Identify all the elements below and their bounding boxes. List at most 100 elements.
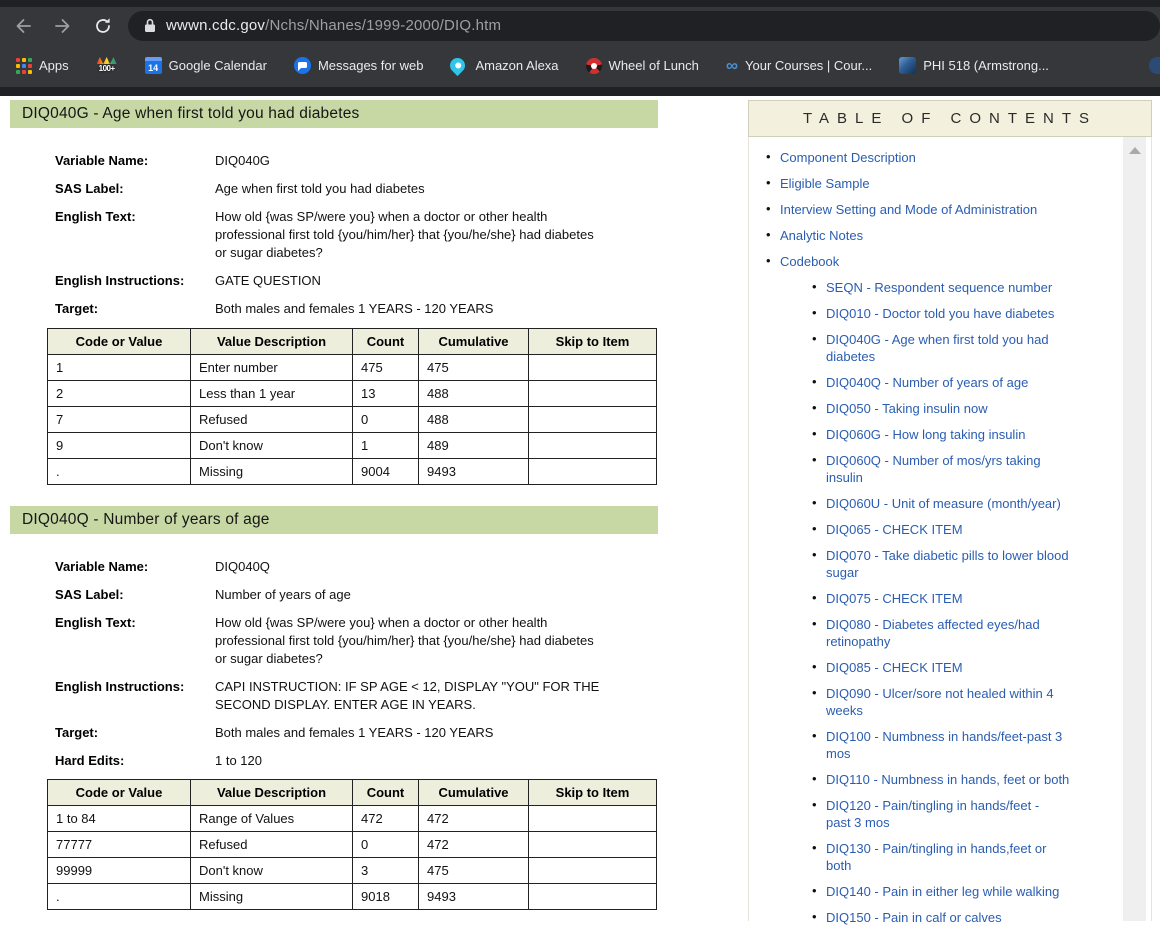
field-label-variable-name: Variable Name: — [55, 558, 215, 576]
toc-item-analytic-notes: Analytic Notes — [765, 227, 1111, 245]
chrome-bottom-strip — [0, 87, 1160, 96]
bookmark-google-calendar[interactable]: 14 Google Calendar — [145, 57, 267, 74]
rainbow-zigzag — [97, 57, 117, 64]
cell-skip — [529, 381, 657, 407]
toc-link-interview-setting[interactable]: Interview Setting and Mode of Administra… — [780, 201, 1037, 218]
toc-link-analytic-notes[interactable]: Analytic Notes — [780, 227, 863, 244]
toc-link-seqn[interactable]: SEQN - Respondent sequence number — [826, 279, 1052, 296]
bookmark-your-courses[interactable]: ∞ Your Courses | Cour... — [726, 58, 872, 74]
window-top-strip — [0, 0, 1160, 7]
field-value-english-text: How old {was SP/were you} when a doctor … — [215, 208, 667, 262]
toc-link-component-description[interactable]: Component Description — [780, 149, 916, 166]
cell-description: Refused — [191, 407, 353, 433]
toc-item-diq140: DIQ140 - Pain in either leg while walkin… — [811, 883, 1111, 901]
cell-count: 1 — [353, 433, 419, 459]
cell-description: Missing — [191, 884, 353, 910]
field-value-variable-name: DIQ040G — [215, 152, 667, 170]
toc-item-diq100: DIQ100 - Numbness in hands/feet-past 3 m… — [811, 728, 1111, 763]
field-value-target: Both males and females 1 YEARS - 120 YEA… — [215, 724, 667, 742]
field-label-hard-edits: Hard Edits: — [55, 752, 215, 770]
table-row: 7Refused0488 — [48, 407, 657, 433]
scrollbar-up-arrow-icon[interactable] — [1129, 147, 1141, 154]
bookmark-wheel-of-lunch[interactable]: Wheel of Lunch — [586, 58, 699, 74]
toc-link-diq060g[interactable]: DIQ060G - How long taking insulin — [826, 426, 1025, 443]
bookmark-alexa-label: Amazon Alexa — [475, 58, 558, 73]
cell-code: 9 — [48, 433, 191, 459]
cell-skip — [529, 858, 657, 884]
forward-button[interactable] — [46, 9, 80, 43]
toc-link-diq085[interactable]: DIQ085 - CHECK ITEM — [826, 659, 963, 676]
bookmark-apps[interactable]: Apps — [16, 58, 69, 74]
cell-code: 7 — [48, 407, 191, 433]
url-domain: wwwn.cdc.gov — [166, 17, 265, 34]
alexa-pin-icon — [447, 55, 468, 76]
toc-link-diq080[interactable]: DIQ080 - Diabetes affected eyes/had reti… — [826, 616, 1040, 650]
col-header-description: Value Description — [191, 780, 353, 806]
toc-link-diq060q[interactable]: DIQ060Q - Number of mos/yrs taking insul… — [826, 452, 1041, 486]
browser-chrome: wwwn.cdc.gov/Nchs/Nhanes/1999-2000/DIQ.h… — [0, 0, 1160, 96]
toc-link-diq140[interactable]: DIQ140 - Pain in either leg while walkin… — [826, 883, 1059, 900]
col-header-cumulative: Cumulative — [419, 780, 529, 806]
toc-link-diq075[interactable]: DIQ075 - CHECK ITEM — [826, 590, 963, 607]
toc-link-diq060u[interactable]: DIQ060U - Unit of measure (month/year) — [826, 495, 1061, 512]
toc-item-diq010: DIQ010 - Doctor told you have diabetes — [811, 305, 1111, 323]
toc-link-diq130[interactable]: DIQ130 - Pain/tingling in hands,feet or … — [826, 840, 1046, 874]
toc-item-diq040q: DIQ040Q - Number of years of age — [811, 374, 1111, 392]
col-header-count: Count — [353, 780, 419, 806]
field-label-variable-name: Variable Name: — [55, 152, 215, 170]
codebook-table-diq040q: Code or Value Value Description Count Cu… — [47, 779, 657, 910]
toc-item-diq080: DIQ080 - Diabetes affected eyes/had reti… — [811, 616, 1111, 651]
bookmark-messages-for-web[interactable]: Messages for web — [294, 57, 424, 74]
bookmark-phi-518[interactable]: PHI 518 (Armstrong... — [899, 57, 1049, 74]
cell-cumulative: 9493 — [419, 884, 529, 910]
toc-link-diq110[interactable]: DIQ110 - Numbness in hands, feet or both — [826, 771, 1069, 788]
toc-link-diq150[interactable]: DIQ150 - Pain in calf or calves — [826, 909, 1002, 926]
table-header-row: Code or Value Value Description Count Cu… — [48, 329, 657, 355]
toc-link-diq010[interactable]: DIQ010 - Doctor told you have diabetes — [826, 305, 1054, 322]
toc-item-diq120: DIQ120 - Pain/tingling in hands/feet - p… — [811, 797, 1111, 832]
bookmark-mail-hundred-plus[interactable]: 100+ — [96, 57, 118, 74]
field-label-sas-label: SAS Label: — [55, 180, 215, 198]
table-row: 2Less than 1 year13488 — [48, 381, 657, 407]
toc-link-diq070[interactable]: DIQ070 - Take diabetic pills to lower bl… — [826, 547, 1069, 581]
toc-item-component-description: Component Description — [765, 149, 1111, 167]
toc-item-diq040g: DIQ040G - Age when first told you had di… — [811, 331, 1111, 366]
toc-list: Component Description Eligible Sample In… — [765, 149, 1111, 927]
cell-count: 9004 — [353, 459, 419, 485]
toc-link-diq040g[interactable]: DIQ040G - Age when first told you had di… — [826, 331, 1049, 365]
partial-bookmark-icon[interactable] — [1149, 57, 1160, 74]
field-label-english-text: English Text: — [55, 614, 215, 668]
bookmark-amazon-alexa[interactable]: Amazon Alexa — [450, 58, 558, 73]
section-header-diq040q: DIQ040Q - Number of years of age — [10, 506, 658, 534]
toc-link-diq120[interactable]: DIQ120 - Pain/tingling in hands/feet - p… — [826, 797, 1039, 831]
messages-icon — [294, 57, 311, 74]
wheel-icon — [586, 58, 602, 74]
reload-icon — [93, 16, 113, 36]
cell-code: 1 to 84 — [48, 806, 191, 832]
toc-scrollbar[interactable] — [1123, 137, 1146, 921]
toc-link-diq050[interactable]: DIQ050 - Taking insulin now — [826, 400, 988, 417]
cell-code: . — [48, 884, 191, 910]
toc-item-diq050: DIQ050 - Taking insulin now — [811, 400, 1111, 418]
toc-link-eligible-sample[interactable]: Eligible Sample — [780, 175, 870, 192]
toc-item-diq065: DIQ065 - CHECK ITEM — [811, 521, 1111, 539]
col-header-skip: Skip to Item — [529, 329, 657, 355]
reload-button[interactable] — [86, 9, 120, 43]
table-row: 1 to 84Range of Values472472 — [48, 806, 657, 832]
bookmark-courses-label: Your Courses | Cour... — [745, 58, 872, 73]
toc-item-codebook: Codebook SEQN - Respondent sequence numb… — [765, 253, 1111, 927]
toc-link-diq065[interactable]: DIQ065 - CHECK ITEM — [826, 521, 963, 538]
toc-link-codebook[interactable]: Codebook — [780, 253, 839, 270]
col-header-skip: Skip to Item — [529, 780, 657, 806]
col-header-cumulative: Cumulative — [419, 329, 529, 355]
toc-link-diq090[interactable]: DIQ090 - Ulcer/sore not healed within 4 … — [826, 685, 1054, 719]
toc-link-diq100[interactable]: DIQ100 - Numbness in hands/feet-past 3 m… — [826, 728, 1062, 762]
bookmark-apps-label: Apps — [39, 58, 69, 73]
address-bar[interactable]: wwwn.cdc.gov/Nchs/Nhanes/1999-2000/DIQ.h… — [128, 11, 1160, 41]
field-label-english-instructions: English Instructions: — [55, 678, 215, 714]
bookmark-wheel-label: Wheel of Lunch — [609, 58, 699, 73]
toc-link-diq040q[interactable]: DIQ040Q - Number of years of age — [826, 374, 1028, 391]
forward-arrow-icon — [53, 16, 73, 36]
field-label-english-text: English Text: — [55, 208, 215, 262]
back-button[interactable] — [6, 9, 40, 43]
